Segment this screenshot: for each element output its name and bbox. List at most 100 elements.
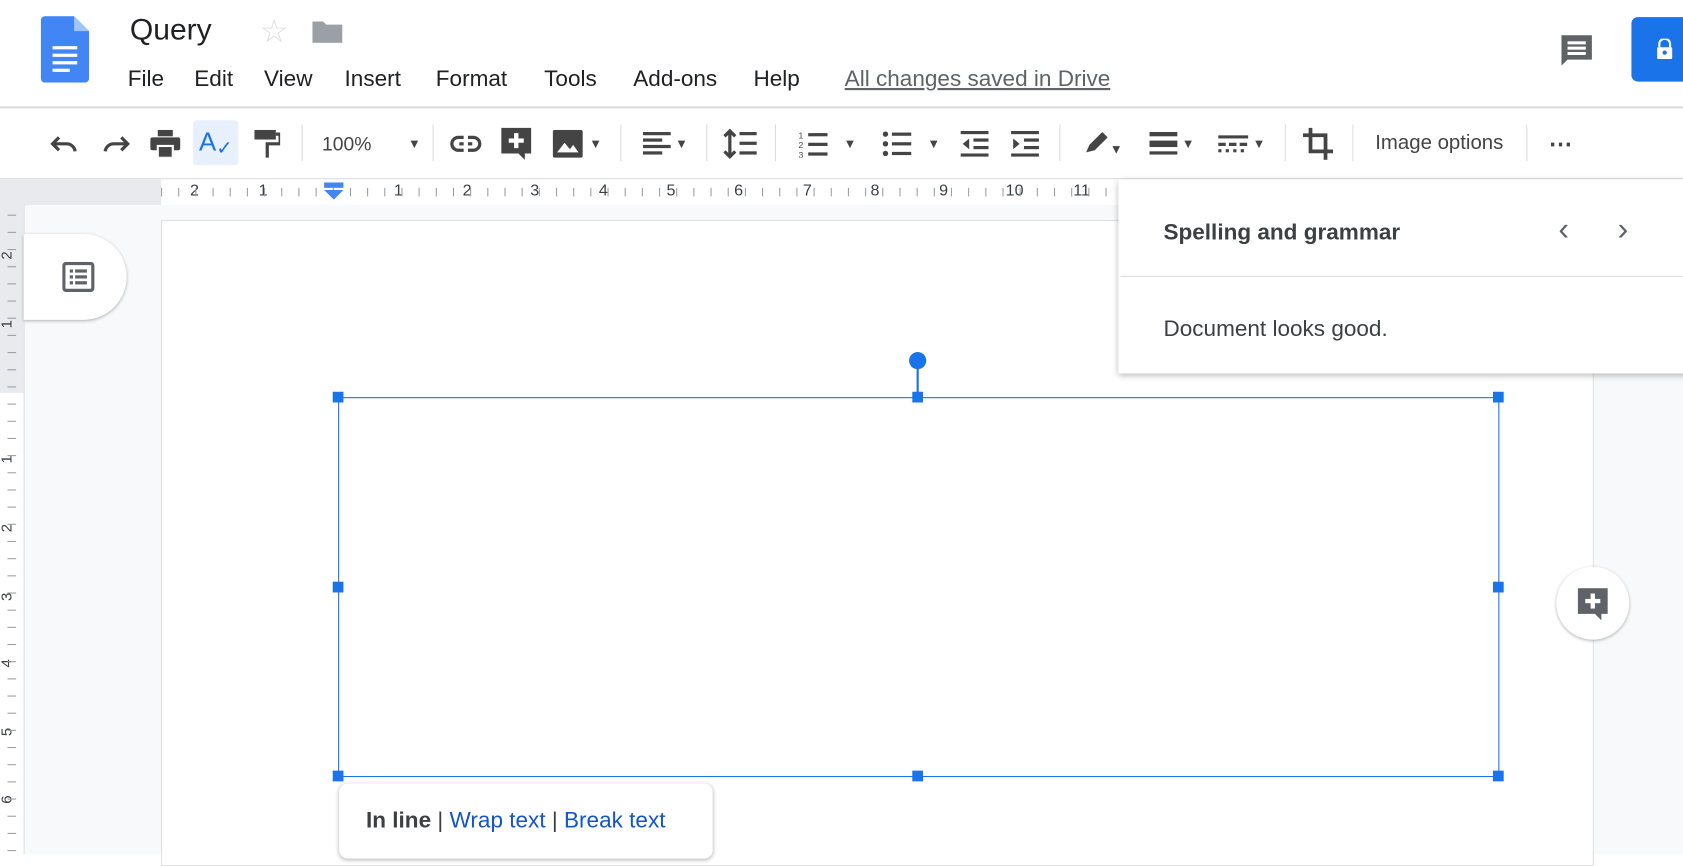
ruler-tick	[573, 187, 575, 197]
spellcheck-icon[interactable]: A ✓	[193, 120, 239, 166]
ruler-margin	[0, 179, 161, 206]
previous-suggestion-button[interactable]: ‹	[1558, 211, 1569, 247]
ruler-tick	[676, 187, 678, 197]
svg-text:3: 3	[799, 150, 804, 158]
resize-handle-top-left[interactable]	[332, 391, 344, 403]
menu-insert[interactable]: Insert	[345, 67, 401, 93]
redo-icon[interactable]	[99, 122, 133, 165]
ruler-tick	[916, 187, 918, 197]
folder-icon[interactable]	[312, 19, 343, 43]
document-title[interactable]: Query	[130, 13, 212, 47]
ruler-tick	[624, 187, 626, 197]
resize-handle-bottom-left[interactable]	[332, 770, 344, 782]
ruler-tick	[7, 798, 17, 800]
image-wrap-popup: In line | Wrap text | Break text	[339, 783, 713, 859]
ruler-number: 6	[734, 181, 744, 200]
share-button[interactable]	[1631, 17, 1683, 82]
ruler-tick	[7, 678, 17, 680]
ruler-tick	[452, 187, 455, 197]
next-suggestion-button[interactable]: ›	[1617, 211, 1628, 247]
ruler-tick	[1019, 187, 1021, 197]
ruler-tick	[847, 187, 849, 197]
image-options-button[interactable]: Image options	[1363, 122, 1515, 165]
ruler-tick	[7, 249, 17, 251]
ruler-tick	[418, 187, 420, 197]
ruler-tick	[830, 187, 832, 197]
resize-handle-top[interactable]	[912, 391, 924, 403]
ruler-tick	[555, 187, 558, 197]
numbered-list-icon[interactable]: 1 2 3 ▼	[794, 122, 861, 165]
more-options-button[interactable]: ⋯	[1541, 122, 1580, 165]
ruler-tick	[1053, 187, 1056, 197]
comments-icon[interactable]	[1558, 32, 1594, 68]
border-color-icon[interactable]: ▼	[1075, 122, 1131, 165]
resize-handle-right[interactable]	[1492, 581, 1504, 593]
ruler-tick	[7, 540, 17, 543]
ruler-tick	[7, 575, 17, 577]
ruler-tick	[7, 661, 17, 663]
rotate-handle[interactable]	[909, 352, 927, 370]
menu-view[interactable]: View	[264, 67, 312, 93]
undo-icon[interactable]	[47, 122, 81, 165]
paint-format-icon[interactable]	[251, 122, 283, 165]
align-left-icon[interactable]: ▼	[639, 122, 693, 165]
decrease-indent-icon[interactable]	[957, 122, 991, 165]
menu-tools[interactable]: Tools	[544, 67, 597, 93]
menu-help[interactable]: Help	[753, 67, 799, 93]
add-comment-icon[interactable]	[499, 122, 533, 165]
menu-format[interactable]: Format	[436, 67, 507, 93]
vertical-ruler[interactable]: 21123456	[0, 203, 25, 855]
resize-handle-left[interactable]	[332, 581, 344, 593]
ruler-tick	[487, 187, 489, 197]
toolbar-separator	[432, 124, 434, 161]
save-status-link[interactable]: All changes saved in Drive	[845, 67, 1111, 93]
add-comment-float-button[interactable]	[1556, 566, 1630, 640]
crop-icon[interactable]	[1301, 122, 1335, 165]
menu-file[interactable]: File	[128, 67, 164, 93]
bulleted-list-icon[interactable]: ▼	[878, 122, 945, 165]
ruler-tick	[762, 187, 764, 197]
header-divider	[0, 106, 1683, 109]
ruler-tick	[710, 187, 712, 197]
ruler-number: 2	[0, 524, 15, 532]
insert-image-icon[interactable]: ▼	[547, 122, 607, 165]
ruler-tick	[7, 283, 17, 285]
docs-logo-icon[interactable]	[40, 16, 90, 83]
toolbar-separator	[1059, 124, 1061, 161]
resize-handle-bottom-right[interactable]	[1492, 770, 1504, 782]
ruler-tick	[470, 187, 472, 197]
ruler-tick	[7, 437, 17, 439]
zoom-select[interactable]: 100% ▼	[322, 122, 421, 165]
chevron-down-icon: ▼	[407, 136, 421, 152]
ruler-number: 3	[0, 593, 15, 601]
link-icon[interactable]	[449, 122, 483, 165]
ruler-tick	[7, 695, 17, 697]
wrap-text-option[interactable]: Wrap text	[450, 808, 546, 833]
ruler-tick	[246, 187, 248, 197]
inline-option[interactable]: In line	[366, 808, 431, 833]
zoom-value: 100%	[321, 132, 372, 155]
increase-indent-icon[interactable]	[1008, 122, 1042, 165]
ruler-tick	[7, 609, 17, 611]
print-icon[interactable]	[148, 122, 182, 165]
star-icon[interactable]: ☆	[260, 13, 289, 51]
resize-handle-bottom[interactable]	[912, 770, 924, 782]
ruler-tick	[7, 403, 17, 405]
menu-edit[interactable]: Edit	[194, 67, 233, 93]
document-outline-button[interactable]	[23, 233, 127, 320]
ruler-tick	[7, 334, 17, 336]
first-line-indent-marker[interactable]	[322, 182, 346, 200]
border-weight-icon[interactable]: ▼	[1144, 122, 1200, 165]
break-text-option[interactable]: Break text	[564, 808, 665, 833]
line-spacing-icon[interactable]	[721, 122, 760, 165]
resize-handle-top-right[interactable]	[1492, 391, 1504, 403]
lock-icon	[1657, 38, 1673, 60]
ruler-tick	[813, 187, 815, 197]
selected-image[interactable]	[338, 397, 1500, 778]
menu-addons[interactable]: Add-ons	[633, 67, 717, 93]
border-dash-icon[interactable]: ▼	[1213, 122, 1271, 165]
ruler-tick	[7, 231, 17, 233]
ruler-tick	[693, 187, 695, 197]
chevron-down-icon: ▼	[843, 136, 857, 152]
ruler-tick	[367, 187, 369, 197]
